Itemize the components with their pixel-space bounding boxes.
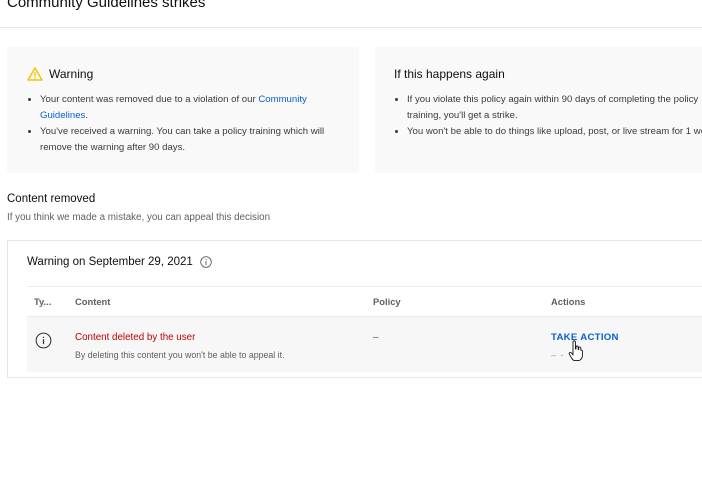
warning-bullet-1-text: Your content was removed due to a violat… [40, 94, 259, 105]
warning-triangle-icon [27, 67, 43, 81]
warning-bullet-2: You've received a warning. You can take … [28, 124, 350, 155]
strike-panel: Warning on September 29, 2021 Ty... Cont… [7, 240, 702, 378]
happens-again-bullets: If you violate this policy again within … [394, 92, 702, 141]
action-status: – - [551, 350, 565, 360]
warning-bullet-1-end: . [85, 109, 89, 121]
table-header: Ty... Content Policy Actions [27, 286, 702, 317]
warning-card-header: Warning [27, 67, 93, 81]
warning-card: Warning Your content was removed due to … [7, 47, 359, 173]
warning-bullet-1: Your content was removed due to a violat… [28, 92, 350, 123]
happens-again-header: If this happens again [394, 67, 505, 81]
info-icon [35, 332, 52, 349]
column-policy: Policy [373, 296, 401, 307]
info-icon[interactable] [200, 256, 212, 268]
warning-card-title: Warning [49, 67, 94, 81]
happens-again-bullet-1: If you violate this policy again within … [395, 92, 702, 123]
table-row: Content deleted by the user By deleting … [27, 317, 702, 372]
column-actions: Actions [551, 296, 586, 307]
happens-again-bullet-2: You won't be able to do things like uplo… [395, 124, 702, 140]
strike-title: Warning on September 29, 2021 [27, 256, 193, 268]
happens-again-card: If this happens again If you violate thi… [375, 47, 702, 173]
content-removed-title: Content removed [7, 193, 96, 205]
policy-value: – [373, 332, 379, 343]
title-divider [0, 27, 702, 28]
content-deleted-title: Content deleted by the user [75, 332, 196, 343]
column-type[interactable]: Ty... [34, 296, 51, 307]
page-title: Community Guidelines strikes [7, 0, 206, 11]
content-deleted-subtitle: By deleting this content you won't be ab… [75, 350, 285, 360]
happens-again-title: If this happens again [394, 67, 505, 81]
hand-cursor-icon [568, 340, 583, 362]
warning-card-bullets: Your content was removed due to a violat… [27, 92, 350, 156]
column-content: Content [75, 296, 111, 307]
take-action-button[interactable]: TAKE ACTION [551, 332, 619, 343]
content-removed-subtitle: If you think we made a mistake, you can … [7, 212, 271, 223]
strike-header: Warning on September 29, 2021 [27, 256, 212, 268]
